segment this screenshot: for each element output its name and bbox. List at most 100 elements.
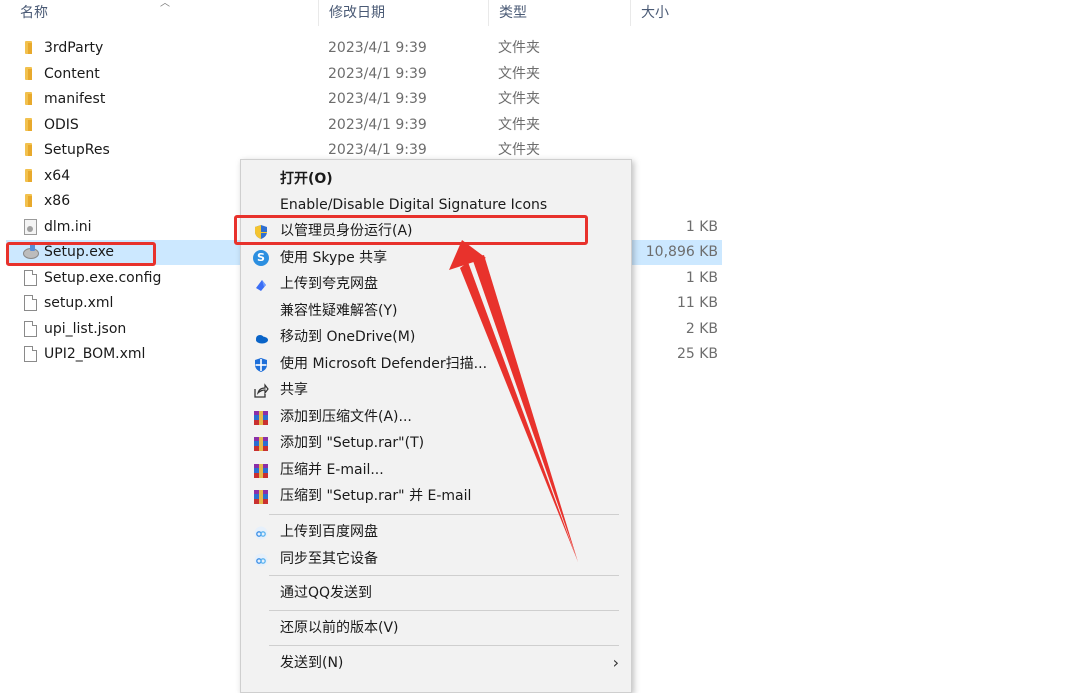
column-type-header[interactable]: 类型 [488, 0, 630, 26]
menu-item-label: 打开(O) [280, 171, 333, 187]
file-size: 25 KB [676, 346, 718, 362]
folder-icon [22, 91, 38, 107]
column-name-header[interactable]: 名称 ︿ [0, 0, 318, 26]
column-header: 名称 ︿ 修改日期 类型 大小 [0, 0, 728, 26]
menu-item-label: 移动到 OneDrive(M) [280, 329, 416, 345]
file-name: x64 [44, 167, 71, 184]
menu-item-label: 还原以前的版本(V) [280, 620, 399, 636]
file-date: 2023/4/1 9:39 [328, 40, 427, 56]
winrar-icon [253, 462, 269, 478]
file-name: manifest [44, 91, 106, 107]
file-row[interactable]: manifest 2023/4/1 9:39 文件夹 [0, 87, 728, 112]
menu-item-label: 通过QQ发送到 [280, 585, 373, 601]
ini-file-icon [24, 218, 37, 235]
menu-item-label: 使用 Skype 共享 [280, 249, 388, 266]
menu-item-sync-devices[interactable]: 同步至其它设备 [241, 546, 631, 572]
file-type: 文件夹 [498, 91, 540, 107]
file-size: 2 KB [685, 320, 718, 337]
menu-item-defender-scan[interactable]: 使用 Microsoft Defender扫描... [241, 351, 631, 377]
menu-separator [269, 514, 619, 515]
file-date: 2023/4/1 9:39 [328, 116, 427, 133]
menu-item-label: 使用 Microsoft Defender扫描... [280, 355, 488, 372]
column-size-header[interactable]: 大小 [630, 0, 728, 26]
baidu-cloud-icon [253, 551, 269, 567]
winrar-icon [253, 488, 269, 504]
winrar-icon [253, 435, 269, 451]
menu-item-label: 压缩并 E-mail... [280, 461, 384, 478]
menu-item-upload-baidu[interactable]: 上传到百度网盘 [241, 519, 631, 545]
file-date: 2023/4/1 9:39 [328, 65, 427, 82]
folder-icon [22, 168, 38, 184]
menu-separator [269, 575, 619, 576]
file-date: 2023/4/1 9:39 [328, 91, 427, 107]
winrar-icon [253, 409, 269, 425]
annotation-box-setup-exe [6, 242, 156, 266]
menu-item-label: 兼容性疑难解答(Y) [280, 302, 398, 319]
file-name: Content [44, 65, 100, 82]
file-size: 11 KB [676, 295, 718, 311]
menu-separator [269, 645, 619, 646]
column-date-label: 修改日期 [329, 5, 385, 21]
menu-item-open[interactable]: 打开(O) [241, 166, 631, 192]
menu-item-compress-email[interactable]: 压缩并 E-mail... [241, 457, 631, 483]
document-icon [24, 269, 37, 286]
menu-item-label: 同步至其它设备 [280, 550, 378, 567]
chevron-right-icon: › [612, 653, 619, 672]
menu-item-label: 上传到百度网盘 [280, 524, 378, 540]
file-name: ODIS [44, 116, 79, 133]
onedrive-cloud-icon [253, 329, 269, 345]
column-name-label: 名称 [20, 5, 48, 21]
file-type: 文件夹 [498, 65, 540, 82]
menu-item-upload-quark[interactable]: 上传到夸克网盘 [241, 271, 631, 297]
menu-item-label: 添加到压缩文件(A)... [280, 408, 412, 425]
menu-item-share[interactable]: 共享 [241, 377, 631, 403]
quark-cloud-icon [253, 276, 269, 292]
menu-item-restore-versions[interactable]: 还原以前的版本(V) [241, 615, 631, 641]
menu-item-onedrive[interactable]: 移动到 OneDrive(M) [241, 324, 631, 350]
menu-separator [269, 610, 619, 611]
annotation-box-run-as-admin [234, 215, 588, 245]
menu-item-skype-share[interactable]: S 使用 Skype 共享 [241, 245, 631, 271]
file-name: UPI2_BOM.xml [44, 346, 146, 362]
document-icon [24, 346, 37, 362]
menu-item-add-archive[interactable]: 添加到压缩文件(A)... [241, 404, 631, 430]
file-size: 10,896 KB [645, 244, 718, 260]
menu-item-qq-send[interactable]: 通过QQ发送到 [241, 580, 631, 606]
folder-icon [22, 40, 38, 56]
file-name: upi_list.json [44, 320, 127, 337]
folder-icon [22, 117, 38, 133]
file-row[interactable]: 3rdParty 2023/4/1 9:39 文件夹 [0, 36, 728, 61]
document-icon [24, 320, 37, 337]
folder-icon [22, 142, 38, 158]
defender-shield-icon [253, 356, 269, 372]
menu-item-label: 上传到夸克网盘 [280, 276, 378, 292]
menu-item-compatibility[interactable]: 兼容性疑难解答(Y) [241, 298, 631, 324]
document-icon [24, 295, 37, 311]
file-type: 文件夹 [498, 40, 540, 56]
file-size: 1 KB [685, 218, 718, 235]
file-name: Setup.exe.config [44, 269, 162, 286]
file-row[interactable]: Content 2023/4/1 9:39 文件夹 [0, 62, 728, 87]
menu-item-add-setup-rar[interactable]: 添加到 "Setup.rar"(T) [241, 430, 631, 456]
file-type: 文件夹 [498, 116, 540, 133]
file-name: 3rdParty [44, 40, 104, 56]
baidu-cloud-icon [253, 524, 269, 540]
skype-icon: S [253, 249, 269, 266]
file-name: x86 [44, 193, 71, 209]
file-size: 1 KB [685, 269, 718, 286]
column-type-label: 类型 [499, 5, 527, 21]
column-size-label: 大小 [641, 5, 669, 21]
file-row[interactable]: ODIS 2023/4/1 9:39 文件夹 [0, 113, 728, 138]
menu-item-label: 压缩到 "Setup.rar" 并 E-mail [280, 488, 472, 504]
menu-item-compress-setup-email[interactable]: 压缩到 "Setup.rar" 并 E-mail [241, 483, 631, 509]
folder-icon [22, 193, 38, 209]
menu-item-label: 添加到 "Setup.rar"(T) [280, 435, 425, 451]
menu-item-send-to[interactable]: 发送到(N) › [241, 650, 631, 676]
file-name: SetupRes [44, 142, 110, 158]
file-name: setup.xml [44, 295, 114, 311]
column-date-header[interactable]: 修改日期 [318, 0, 488, 26]
folder-icon [22, 66, 38, 82]
share-icon [253, 382, 269, 398]
menu-item-label: 共享 [280, 382, 308, 398]
menu-item-label: 发送到(N) [280, 655, 344, 671]
